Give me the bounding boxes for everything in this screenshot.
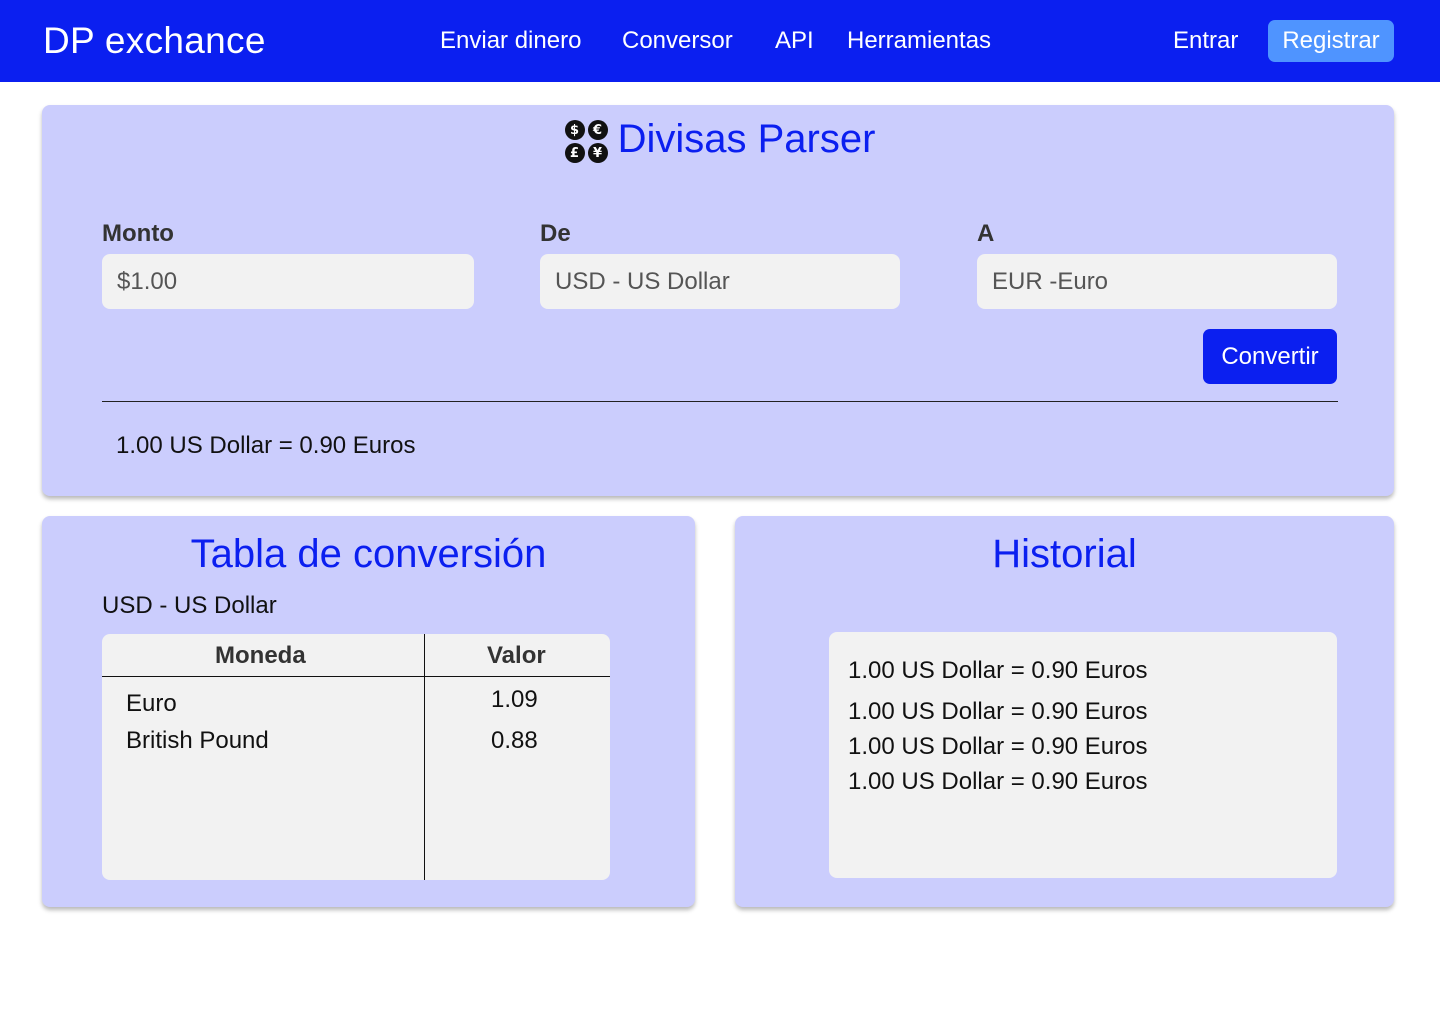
history-item: 1.00 US Dollar = 0.90 Euros (848, 698, 1148, 725)
nav-link-api[interactable]: API (775, 27, 814, 55)
history-item: 1.00 US Dollar = 0.90 Euros (848, 733, 1148, 760)
table-cell-currency: Euro (126, 690, 177, 717)
yen-coin-icon: ¥ (587, 143, 608, 163)
login-link[interactable]: Entrar (1173, 27, 1238, 55)
amount-input[interactable]: $1.00 (102, 254, 474, 309)
nav-link-conversor[interactable]: Conversor (622, 27, 733, 55)
table-cell-value: 1.09 (491, 686, 538, 713)
from-label: De (540, 220, 571, 247)
table-header-divider (102, 676, 610, 677)
brand-logo[interactable]: DP exchance (43, 20, 266, 62)
amount-label: Monto (102, 220, 174, 247)
conversion-table (102, 634, 610, 880)
register-button[interactable]: Registrar (1268, 20, 1394, 62)
to-currency-select[interactable]: EUR -Euro (977, 254, 1337, 309)
nav-link-herramientas[interactable]: Herramientas (847, 27, 991, 55)
conversion-table-title: Tabla de conversión (190, 532, 547, 576)
conversion-result: 1.00 US Dollar = 0.90 Euros (116, 432, 416, 459)
parser-title: Divisas Parser (617, 117, 876, 161)
from-currency-select[interactable]: USD - US Dollar (540, 254, 900, 309)
convert-button[interactable]: Convertir (1203, 329, 1337, 384)
history-item: 1.00 US Dollar = 0.90 Euros (848, 768, 1148, 795)
euro-coin-icon: € (587, 120, 608, 140)
currency-coins-icon: $ € £ ¥ (564, 120, 608, 163)
history-item: 1.00 US Dollar = 0.90 Euros (848, 657, 1148, 684)
table-column-divider (424, 634, 425, 880)
table-cell-currency: British Pound (126, 727, 269, 754)
table-cell-value: 0.88 (491, 727, 538, 754)
parser-title-row: $ € £ ¥ Divisas Parser (0, 116, 1440, 163)
nav-link-enviar-dinero[interactable]: Enviar dinero (440, 27, 581, 55)
column-header-valor: Valor (487, 642, 546, 669)
pound-coin-icon: £ (564, 143, 585, 163)
top-navbar: DP exchance Enviar dinero Conversor API … (0, 0, 1440, 82)
to-label: A (977, 220, 995, 247)
history-title: Historial (992, 532, 1137, 576)
base-currency-label: USD - US Dollar (102, 592, 277, 619)
result-divider (102, 401, 1338, 402)
dollar-coin-icon: $ (564, 120, 585, 140)
column-header-moneda: Moneda (215, 642, 306, 669)
